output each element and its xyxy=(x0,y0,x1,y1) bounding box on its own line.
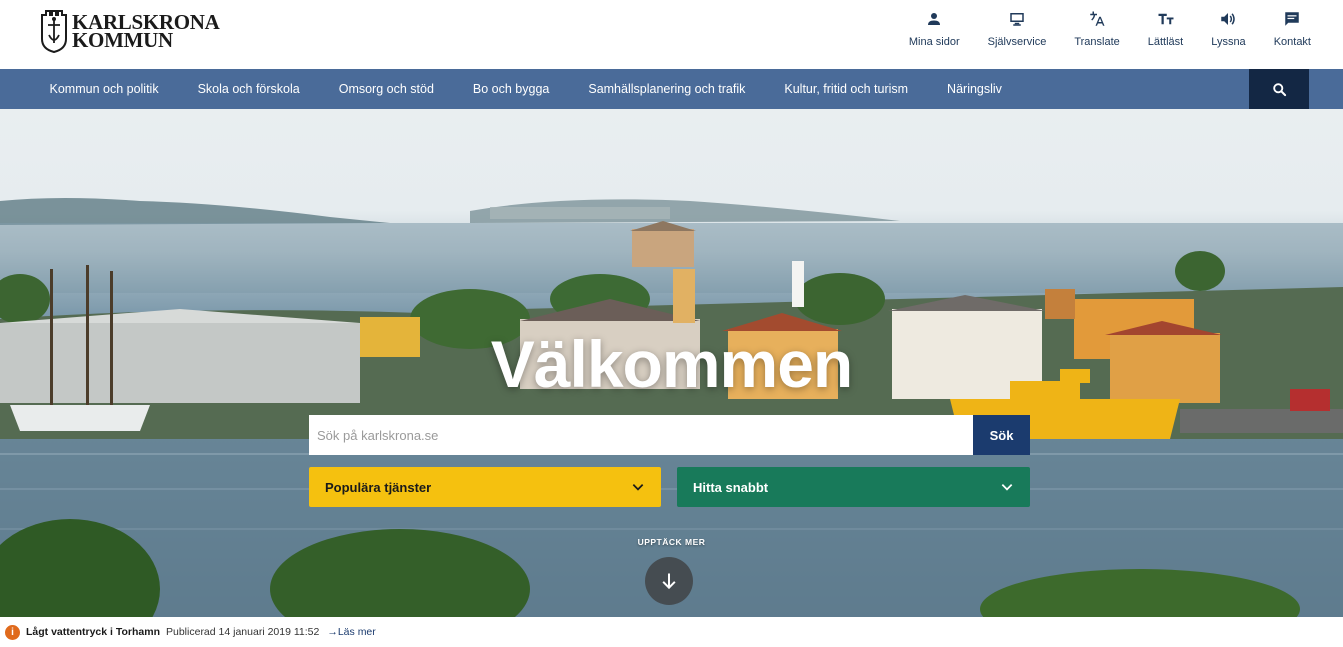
tool-label: Translate xyxy=(1074,36,1120,48)
hero-search: Sök xyxy=(309,415,1030,455)
translate-icon xyxy=(1090,11,1105,26)
hero-banner: Välkommen Sök Populära tjänster Hitta sn… xyxy=(0,109,1343,617)
tool-lyssna[interactable]: Lyssna xyxy=(1197,10,1259,48)
tool-sjalvservice[interactable]: Självservice xyxy=(974,10,1061,48)
nav-item-bo-och-bygga[interactable]: Bo och bygga xyxy=(453,69,568,109)
popular-services-label: Populära tjänster xyxy=(325,479,432,495)
tool-label: Lyssna xyxy=(1211,36,1246,48)
nav-item-samhallsplanering[interactable]: Samhällsplanering och trafik xyxy=(569,69,765,109)
tool-kontakt[interactable]: Kontakt xyxy=(1260,10,1325,48)
read-more-label: Läs mer xyxy=(337,626,376,638)
tool-translate[interactable]: Translate xyxy=(1060,10,1133,48)
tool-mina-sidor[interactable]: Mina sidor xyxy=(895,10,974,48)
crest-icon xyxy=(41,10,67,53)
person-icon xyxy=(928,13,941,25)
nav-item-kultur-fritid-turism[interactable]: Kultur, fritid och turism xyxy=(765,69,928,109)
main-nav: Kommun och politik Skola och förskola Om… xyxy=(0,69,1343,109)
site-header: KARLSKRONA KOMMUN Mina sidor Självservic… xyxy=(0,0,1343,69)
quick-find-label: Hitta snabbt xyxy=(693,479,769,495)
alert-title: Lågt vattentryck i Torhamn xyxy=(26,626,160,638)
chevron-down-icon xyxy=(1001,484,1013,491)
search-input[interactable] xyxy=(309,415,973,455)
search-button[interactable]: Sök xyxy=(973,415,1030,455)
site-logo[interactable]: KARLSKRONA KOMMUN xyxy=(40,8,220,54)
tool-label: Självservice xyxy=(987,36,1047,48)
arrow-right-icon: → xyxy=(327,626,338,638)
quick-find-dropdown[interactable]: Hitta snabbt xyxy=(677,467,1030,507)
nav-item-naringsliv[interactable]: Näringsliv xyxy=(928,69,1022,109)
arrow-down-icon xyxy=(662,573,676,590)
discover-more-label: UPPTÄCK MER xyxy=(637,537,706,547)
tool-label: Kontakt xyxy=(1273,36,1311,48)
nav-item-kommun-och-politik[interactable]: Kommun och politik xyxy=(30,69,178,109)
info-icon: i xyxy=(5,624,20,640)
nav-item-omsorg-och-stod[interactable]: Omsorg och stöd xyxy=(319,69,453,109)
tool-label: Lättläst xyxy=(1147,36,1184,48)
text-size-icon xyxy=(1158,13,1173,25)
monitor-icon xyxy=(1010,13,1024,26)
chat-icon xyxy=(1285,12,1300,26)
tool-label: Mina sidor xyxy=(908,36,960,48)
nav-item-skola-och-forskola[interactable]: Skola och förskola xyxy=(178,69,319,109)
discover-more-button[interactable] xyxy=(645,557,693,605)
tool-lattlast[interactable]: Lättläst xyxy=(1134,10,1197,48)
header-tools: Mina sidor Självservice Translate Lättlä… xyxy=(895,10,1325,48)
chevron-down-icon xyxy=(632,484,644,491)
read-more-link[interactable]: →Läs mer xyxy=(327,626,375,638)
popular-services-dropdown[interactable]: Populära tjänster xyxy=(309,467,661,507)
logo-line-2: KOMMUN xyxy=(72,28,173,52)
search-icon xyxy=(1272,82,1286,96)
alert-published: Publicerad 14 januari 2019 11:52 xyxy=(166,626,320,638)
hero-title: Välkommen xyxy=(490,327,853,401)
alert-bar: i Lågt vattentryck i Torhamn Publicerad … xyxy=(0,617,1343,647)
nav-search-button[interactable] xyxy=(1249,69,1309,109)
speaker-icon xyxy=(1221,13,1236,25)
